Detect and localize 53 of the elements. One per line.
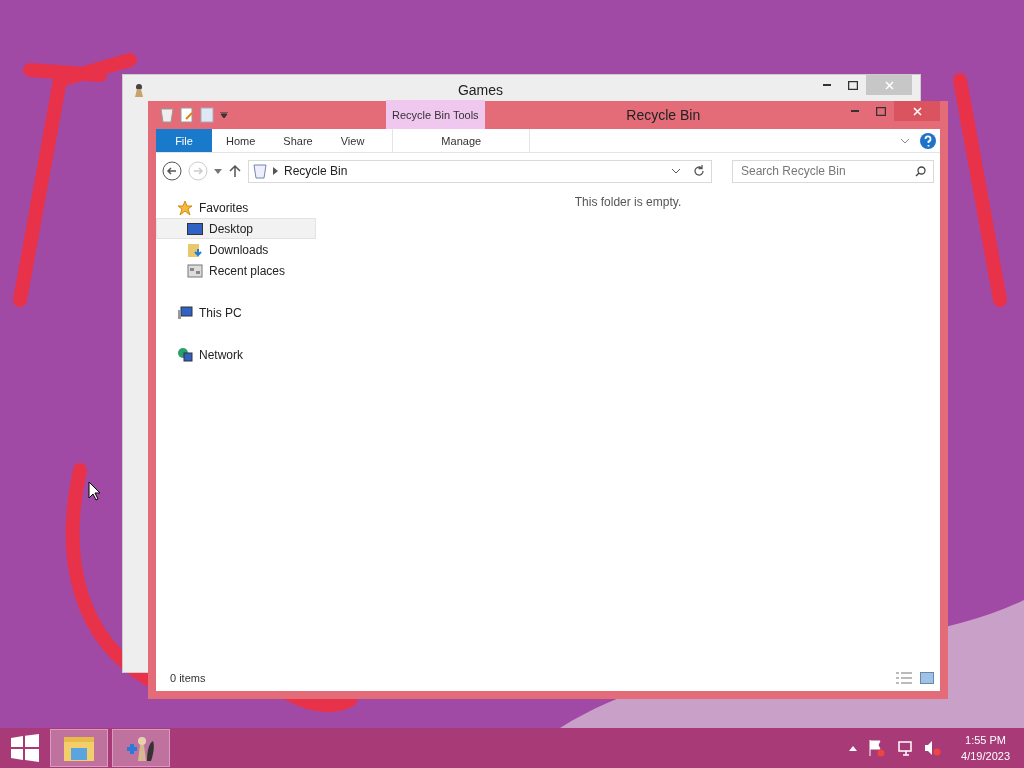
navigation-item[interactable]: Desktop	[156, 218, 316, 239]
recycle-bin-icon	[160, 107, 174, 123]
windows-logo-icon	[11, 734, 39, 762]
dropdown-icon[interactable]	[214, 168, 222, 174]
empty-folder-message: This folder is empty.	[574, 195, 682, 209]
navigation-item[interactable]: Favorites	[156, 197, 316, 218]
search-field[interactable]: Search Recycle Bin	[732, 159, 934, 183]
search-icon	[915, 165, 926, 177]
recycle-bin-icon	[253, 163, 267, 179]
help-icon[interactable]	[920, 132, 936, 149]
item-count: 0 items	[170, 672, 207, 684]
maximize-icon	[848, 80, 858, 90]
back-icon[interactable]	[162, 161, 182, 181]
navigation-item[interactable]: Network	[156, 344, 316, 365]
up-arrow-icon[interactable]	[228, 164, 242, 178]
network-icon	[177, 346, 193, 363]
navigation-item[interactable]: This PC	[156, 302, 316, 323]
speaker-muted-icon[interactable]	[923, 739, 942, 757]
window-title: Games	[456, 82, 505, 98]
download-folder-icon	[187, 241, 203, 258]
maximize-icon	[876, 106, 886, 116]
chevron-icon[interactable]	[900, 137, 910, 144]
navigation-item[interactable]: Downloads	[156, 239, 316, 260]
window-title: Recycle Bin	[625, 107, 702, 123]
caret-icon[interactable]	[849, 745, 858, 751]
minimize-icon	[823, 84, 831, 86]
monitor-icon	[187, 222, 203, 235]
file-menu-tab[interactable]: File	[156, 129, 212, 152]
clock-time: 1:55 PM	[965, 733, 1006, 748]
folder-icon	[63, 734, 95, 762]
caret-icon[interactable]	[220, 112, 228, 118]
minimize-icon	[851, 110, 859, 112]
breadcrumb-arrow-icon	[273, 167, 278, 175]
navigation-item[interactable]: Recent places	[156, 260, 316, 281]
network-status-icon[interactable]	[895, 739, 914, 757]
taskbar-app[interactable]	[112, 729, 170, 767]
context-tab-group: Recycle Bin Tools	[386, 100, 485, 129]
clock-date: 4/19/2023	[961, 749, 1010, 764]
close-icon	[884, 80, 894, 90]
star-icon	[177, 199, 193, 216]
refresh-icon[interactable]	[693, 165, 705, 177]
clock[interactable]: 1:55 PM 4/19/2023	[961, 732, 1010, 764]
recent-places-icon	[187, 262, 203, 279]
close-icon	[912, 106, 922, 116]
computer-icon	[177, 304, 193, 321]
tiles-view-icon[interactable]	[920, 672, 934, 684]
ribbon-tab[interactable]: Manage	[392, 129, 531, 152]
address-bar[interactable]: Recycle Bin	[248, 159, 712, 183]
mouse-pointer-icon	[88, 481, 100, 501]
flag-icon[interactable]	[867, 739, 886, 757]
chevron-icon[interactable]	[671, 168, 681, 174]
address-path: Recycle Bin	[284, 164, 349, 178]
properties-icon[interactable]	[180, 107, 194, 123]
